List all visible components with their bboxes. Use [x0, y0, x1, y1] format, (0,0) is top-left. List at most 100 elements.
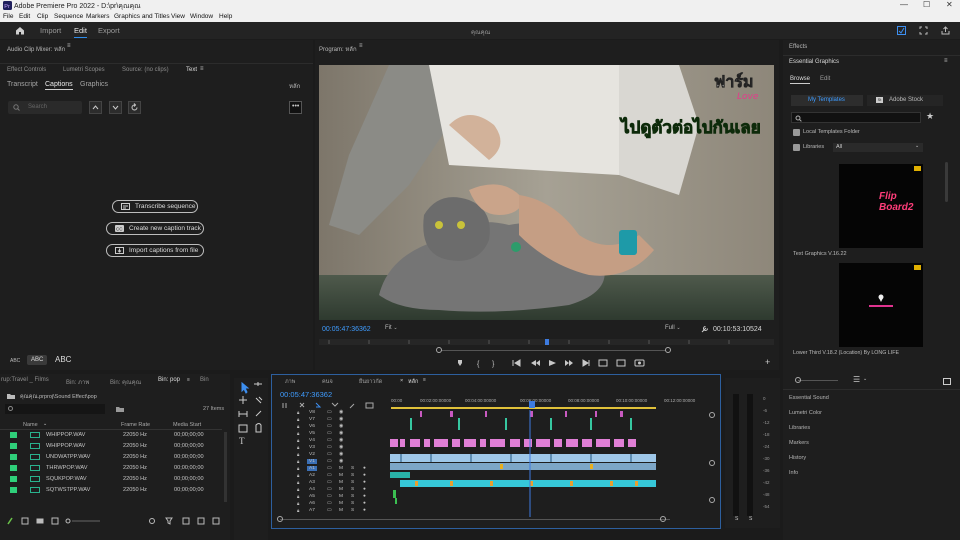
new-folder-icon[interactable]: [943, 377, 951, 385]
lock-icon[interactable]: 🔒︎: [297, 410, 299, 415]
sync-lock-icon[interactable]: ▭: [327, 431, 332, 436]
eye-icon[interactable]: ◉: [339, 417, 343, 422]
microphone-icon[interactable]: ●: [363, 480, 366, 485]
track-header[interactable]: 🔒︎ A4 ▭ M S ●: [275, 487, 387, 494]
label-color-swatch[interactable]: [10, 454, 17, 460]
track-name[interactable]: V2: [307, 452, 317, 457]
timeline-tab-1[interactable]: ภาพ: [285, 378, 295, 386]
panel-libraries[interactable]: Libraries: [789, 425, 810, 431]
create-caption-track-button[interactable]: CC Create new caption track: [106, 222, 204, 235]
local-templates-checkbox[interactable]: [793, 129, 800, 136]
microphone-icon[interactable]: ●: [363, 466, 366, 471]
timeline-tab-2[interactable]: คนจ: [322, 378, 333, 386]
track-name[interactable]: V7: [307, 417, 317, 422]
caption-search-box[interactable]: Search: [8, 101, 82, 114]
playhead[interactable]: [529, 401, 535, 408]
col-media-start[interactable]: Media Start: [173, 422, 201, 428]
template-thumb-2[interactable]: [839, 263, 923, 347]
eye-icon[interactable]: ◉: [339, 445, 343, 450]
list-item[interactable]: UNDWATPP.WAV 22050 Hz 00;00;00;00: [0, 453, 222, 462]
slider-handle[interactable]: [795, 377, 801, 383]
wrench-icon[interactable]: [701, 325, 709, 333]
sync-lock-icon[interactable]: ▭: [327, 417, 332, 422]
tab-import[interactable]: Import: [40, 26, 61, 35]
lock-icon[interactable]: 🔒︎: [297, 494, 299, 499]
vertical-zoom-handle-2[interactable]: [709, 460, 715, 466]
solo-button[interactable]: S: [351, 480, 354, 485]
work-area-bar[interactable]: [391, 407, 656, 409]
solo-button[interactable]: S: [351, 494, 354, 499]
track-header[interactable]: 🔒︎ V3 ▭ ◉: [275, 445, 387, 452]
project-scrollbar[interactable]: [224, 432, 227, 502]
tab-lumetri-scopes[interactable]: Lumetri Scopes: [63, 67, 105, 73]
sync-lock-icon[interactable]: ▭: [327, 410, 332, 415]
sync-lock-icon[interactable]: ▭: [327, 452, 332, 457]
fit-dropdown[interactable]: Fit ⌄: [385, 325, 420, 334]
add-button-icon[interactable]: +: [765, 357, 770, 367]
audio-mixer-title[interactable]: Audio Clip Mixer: หลัก: [7, 44, 65, 54]
microphone-icon[interactable]: ●: [363, 508, 366, 513]
track-header[interactable]: 🔒︎ V6 ▭ ◉: [275, 424, 387, 431]
list-item[interactable]: THRWPOP.WAV 22050 Hz 00;00;00;00: [0, 464, 222, 473]
transcribe-sequence-button[interactable]: Transcribe sequence: [112, 200, 198, 213]
track-header[interactable]: 🔒︎ V7 ▭ ◉: [275, 417, 387, 424]
track-name[interactable]: A3: [307, 480, 317, 485]
lock-icon[interactable]: 🔒︎: [297, 424, 299, 429]
sync-lock-icon[interactable]: ▭: [327, 473, 332, 478]
track-name[interactable]: A1: [307, 466, 317, 471]
eg-tab-browse[interactable]: Browse: [790, 76, 811, 84]
microphone-icon[interactable]: ●: [363, 473, 366, 478]
lock-icon[interactable]: 🔒︎: [297, 487, 299, 492]
eg-scrollbar[interactable]: [945, 162, 948, 202]
microphone-icon[interactable]: ●: [363, 501, 366, 506]
mute-button[interactable]: M: [339, 480, 343, 485]
libraries-checkbox[interactable]: [793, 144, 800, 151]
quality-dropdown[interactable]: Full ⌄: [665, 325, 695, 334]
mute-button[interactable]: M: [339, 494, 343, 499]
fullscreen-icon[interactable]: [919, 26, 928, 35]
track-header[interactable]: 🔒︎ V1 ▭ ◉: [275, 459, 387, 466]
sync-lock-icon[interactable]: ▭: [327, 487, 332, 492]
template-search[interactable]: [791, 112, 921, 123]
program-timecode[interactable]: 00:05:47:36362: [322, 326, 371, 333]
tab-text[interactable]: Text: [186, 67, 197, 73]
track-name[interactable]: A5: [307, 494, 317, 499]
track-header[interactable]: 🔒︎ V2 ▭ ◉: [275, 452, 387, 459]
subtab-captions[interactable]: Captions: [45, 81, 73, 90]
menu-file[interactable]: File: [3, 13, 13, 20]
thumb-size-slider[interactable]: [798, 380, 838, 381]
project-tab-pop[interactable]: Bin: pop: [158, 377, 180, 383]
tab-export[interactable]: Export: [98, 26, 120, 35]
panel-menu-icon[interactable]: ≡: [944, 58, 948, 64]
track-header[interactable]: 🔒︎ A1 ▭ M S ●: [275, 466, 387, 473]
menu-edit[interactable]: Edit: [19, 13, 30, 20]
mute-button[interactable]: M: [339, 508, 343, 513]
lock-icon[interactable]: 🔒︎: [297, 466, 299, 471]
col-name[interactable]: Name: [23, 422, 38, 428]
track-header[interactable]: 🔒︎ A2 ▭ M S ●: [275, 473, 387, 480]
solo-button[interactable]: S: [351, 466, 354, 471]
prev-caption-button[interactable]: [89, 101, 102, 114]
program-title[interactable]: Program: หลัก: [319, 44, 357, 54]
track-header[interactable]: 🔒︎ V4 ▭ ◉: [275, 438, 387, 445]
track-name[interactable]: A4: [307, 487, 317, 492]
solo-left[interactable]: S: [735, 516, 738, 522]
replace-button[interactable]: [128, 101, 141, 114]
lock-icon[interactable]: 🔒︎: [297, 473, 299, 478]
program-scrubber[interactable]: [319, 339, 774, 345]
my-templates-tab[interactable]: My Templates: [791, 95, 863, 106]
adobe-stock-tab[interactable]: St Adobe Stock: [867, 95, 943, 106]
timeline-tracks[interactable]: [390, 410, 656, 517]
sync-lock-icon[interactable]: ▭: [327, 508, 332, 513]
track-header[interactable]: 🔒︎ A3 ▭ M S ●: [275, 480, 387, 487]
track-name[interactable]: V1: [307, 459, 317, 464]
video-frame[interactable]: ฟาร์ม Love ไปดูตัวต่อไปกันเลย: [319, 65, 774, 320]
mute-button[interactable]: M: [339, 473, 343, 478]
track-header[interactable]: 🔒︎ A5 ▭ M S ●: [275, 494, 387, 501]
tab-source[interactable]: Source: (no clips): [122, 67, 169, 73]
lock-icon[interactable]: 🔒︎: [297, 445, 299, 450]
menu-help[interactable]: Help: [219, 13, 232, 20]
panel-lumetri-color[interactable]: Lumetri Color: [789, 410, 822, 416]
label-color-swatch[interactable]: [10, 432, 17, 438]
track-name[interactable]: V4: [307, 438, 317, 443]
